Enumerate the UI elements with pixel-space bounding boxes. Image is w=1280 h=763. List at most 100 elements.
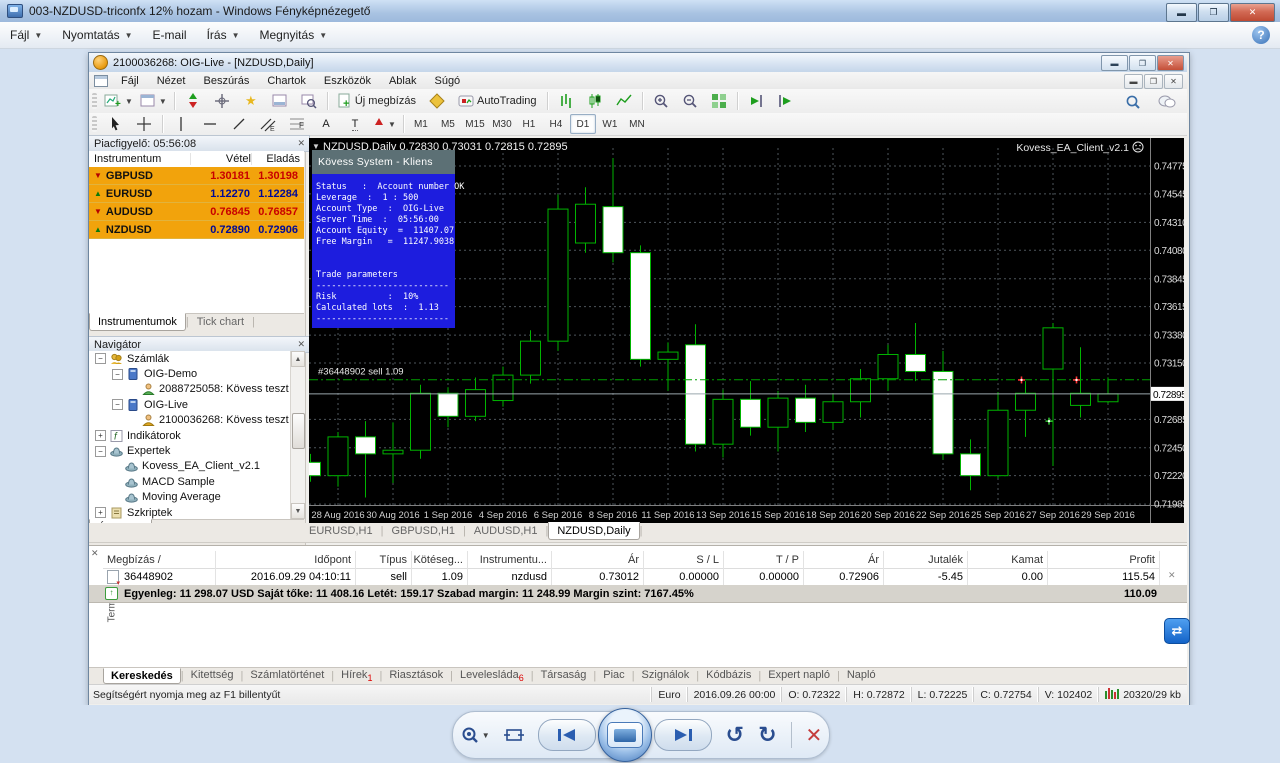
strategy-tester-button[interactable] [295,90,323,112]
previous-button[interactable] [538,719,596,751]
toolbar-grip[interactable] [92,116,97,132]
tree-item-moving-average[interactable]: Moving Average [89,490,290,505]
terminal-close-icon[interactable]: ✕ [91,548,99,559]
zoom-in-button[interactable] [647,90,675,112]
minimize-button[interactable]: ▬ [1166,3,1197,22]
pv-menu-írás[interactable]: Írás▼ [197,24,250,46]
chart-shift-button[interactable] [771,90,799,112]
toolbar-grip[interactable] [92,93,97,109]
close-button[interactable]: ✕ [1230,3,1275,22]
pv-menu-nyomtatás[interactable]: Nyomtatás▼ [52,24,142,46]
terminal-tab-levelesl-da[interactable]: Levelesláda6 [453,668,531,684]
candlestick-button[interactable] [581,90,609,112]
timeframe-m30[interactable]: M30 [489,114,515,134]
expand-icon[interactable]: + [95,507,106,518]
chart-close-button[interactable]: ✕ [1164,74,1183,89]
navigator-toggle[interactable]: ★ [237,90,265,112]
delete-button[interactable]: ✕ [806,723,823,748]
timeframe-mn[interactable]: MN [624,114,650,134]
terminal-tab-riaszt-sok[interactable]: Riasztások [382,668,450,682]
fibonacci-tool[interactable]: F [283,113,311,135]
tree-item-expertek[interactable]: −Expertek [89,443,290,458]
terminal-column-header[interactable]: Ár [804,551,884,568]
autotrading-button[interactable]: AutoTrading [452,90,543,112]
tree-item-szkriptek[interactable]: +Szkriptek [89,505,290,519]
timeframe-m1[interactable]: M1 [408,114,434,134]
terminal-tab-sz-mlat-rt-net[interactable]: Számlatörténet [243,668,331,682]
vline-tool[interactable] [167,113,195,135]
mt4-menu-beszúrás[interactable]: Beszúrás [194,73,258,89]
chart-minimize-button[interactable]: ▬ [1124,74,1143,89]
scrollbar-thumb[interactable] [292,413,305,449]
restore-button[interactable]: ❐ [1198,3,1229,22]
hline-tool[interactable] [196,113,224,135]
market-watch-close-icon[interactable]: ✕ [297,138,305,149]
terminal-column-header[interactable]: Profit [1048,551,1160,568]
navigator-close-icon[interactable]: ✕ [297,339,305,350]
terminal-tab-h-rek[interactable]: Hírek1 [334,668,379,684]
terminal-column-header[interactable]: Kötéseg... [412,551,468,568]
rotate-ccw-icon[interactable]: ↺ [726,723,744,748]
scroll-up-icon[interactable]: ▲ [291,351,305,367]
tree-item-oig-demo[interactable]: −OIG-Demo [89,366,290,381]
mt4-restore-button[interactable]: ❐ [1129,55,1156,71]
trendline-tool[interactable] [225,113,253,135]
data-window-toggle[interactable] [208,90,236,112]
chart-restore-button[interactable]: ❐ [1144,74,1163,89]
collapse-icon[interactable]: − [95,446,106,457]
navigator-scrollbar[interactable]: ▲ ▼ [290,351,305,519]
cursor-tool[interactable] [101,113,129,135]
terminal-column-header[interactable]: Ár [552,551,644,568]
zoom-icon[interactable]: ▼ [460,726,490,744]
terminal-column-header[interactable]: Instrumentu... [468,551,552,568]
terminal-tab-k-db-zis[interactable]: Kódbázis [699,668,758,682]
mt4-menu-chartok[interactable]: Chartok [258,73,315,89]
expand-icon[interactable]: + [95,430,106,441]
terminal-column-header[interactable]: Megbízás / [103,551,216,568]
mt4-menu-ablak[interactable]: Ablak [380,73,426,89]
terminal-tab-keresked-s[interactable]: Kereskedés [103,668,181,684]
pv-menu-fájl[interactable]: Fájl▼ [0,24,52,46]
timeframe-h4[interactable]: H4 [543,114,569,134]
timeframe-m15[interactable]: M15 [462,114,488,134]
column-bid[interactable]: Vétel [190,153,251,165]
mt4-menu-súgó[interactable]: Súgó [425,73,469,89]
market-watch-row-audusd[interactable]: ▼AUDUSD0.768450.76857 [89,203,304,221]
market-watch-row-eurusd[interactable]: ▲EURUSD1.122701.12284 [89,185,304,203]
tree-item-macd-sample[interactable]: MACD Sample [89,474,290,489]
terminal-tab-t-rsas-g[interactable]: Társaság [534,668,594,682]
label-tool[interactable]: T [341,113,369,135]
teamviewer-icon[interactable]: ⇄ [1164,618,1190,644]
timeframe-m5[interactable]: M5 [435,114,461,134]
tree-item-sz-ml-k[interactable]: −Számlák [89,351,290,366]
timeframe-h1[interactable]: H1 [516,114,542,134]
collapse-icon[interactable]: − [112,399,123,410]
rotate-cw-icon[interactable]: ↻ [758,723,776,748]
order-row[interactable]: 364489022016.09.29 04:10:11sell1.09nzdus… [103,568,1160,586]
terminal-column-header[interactable]: Típus [356,551,412,568]
timeframe-w1[interactable]: W1 [597,114,623,134]
chart-tab-gbpusd-h1[interactable]: GBPUSD,H1 [383,523,463,539]
chart-window-icon[interactable] [94,75,108,87]
bar-chart-button[interactable] [552,90,580,112]
mt4-minimize-button[interactable]: ▬ [1101,55,1128,71]
mt4-menu-eszközök[interactable]: Eszközök [315,73,380,89]
collapse-icon[interactable]: − [112,369,123,380]
mt4-close-button[interactable]: ✕ [1157,55,1184,71]
column-ask[interactable]: Eladás [251,153,304,165]
terminal-tab-piac[interactable]: Piac [596,668,631,682]
market-watch-toggle[interactable] [179,90,207,112]
zoom-caret-icon[interactable]: ▼ [482,731,490,740]
tab-instrumentumok[interactable]: Instrumentumok [89,313,186,331]
column-instrument[interactable]: Instrumentum [89,153,190,165]
scroll-down-icon[interactable]: ▼ [291,503,305,519]
mt4-menu-nézet[interactable]: Nézet [148,73,195,89]
terminal-column-header[interactable]: S / L [644,551,724,568]
slideshow-button[interactable] [598,708,652,762]
terminal-tab-expert-napl-[interactable]: Expert napló [761,668,837,682]
terminal-toggle[interactable] [266,90,294,112]
crosshair-tool[interactable] [130,113,158,135]
profiles-button[interactable]: ▼ [137,90,170,112]
terminal-tab-napl-[interactable]: Napló [840,668,883,682]
market-watch-row-nzdusd[interactable]: ▲NZDUSD0.728900.72906 [89,221,304,239]
